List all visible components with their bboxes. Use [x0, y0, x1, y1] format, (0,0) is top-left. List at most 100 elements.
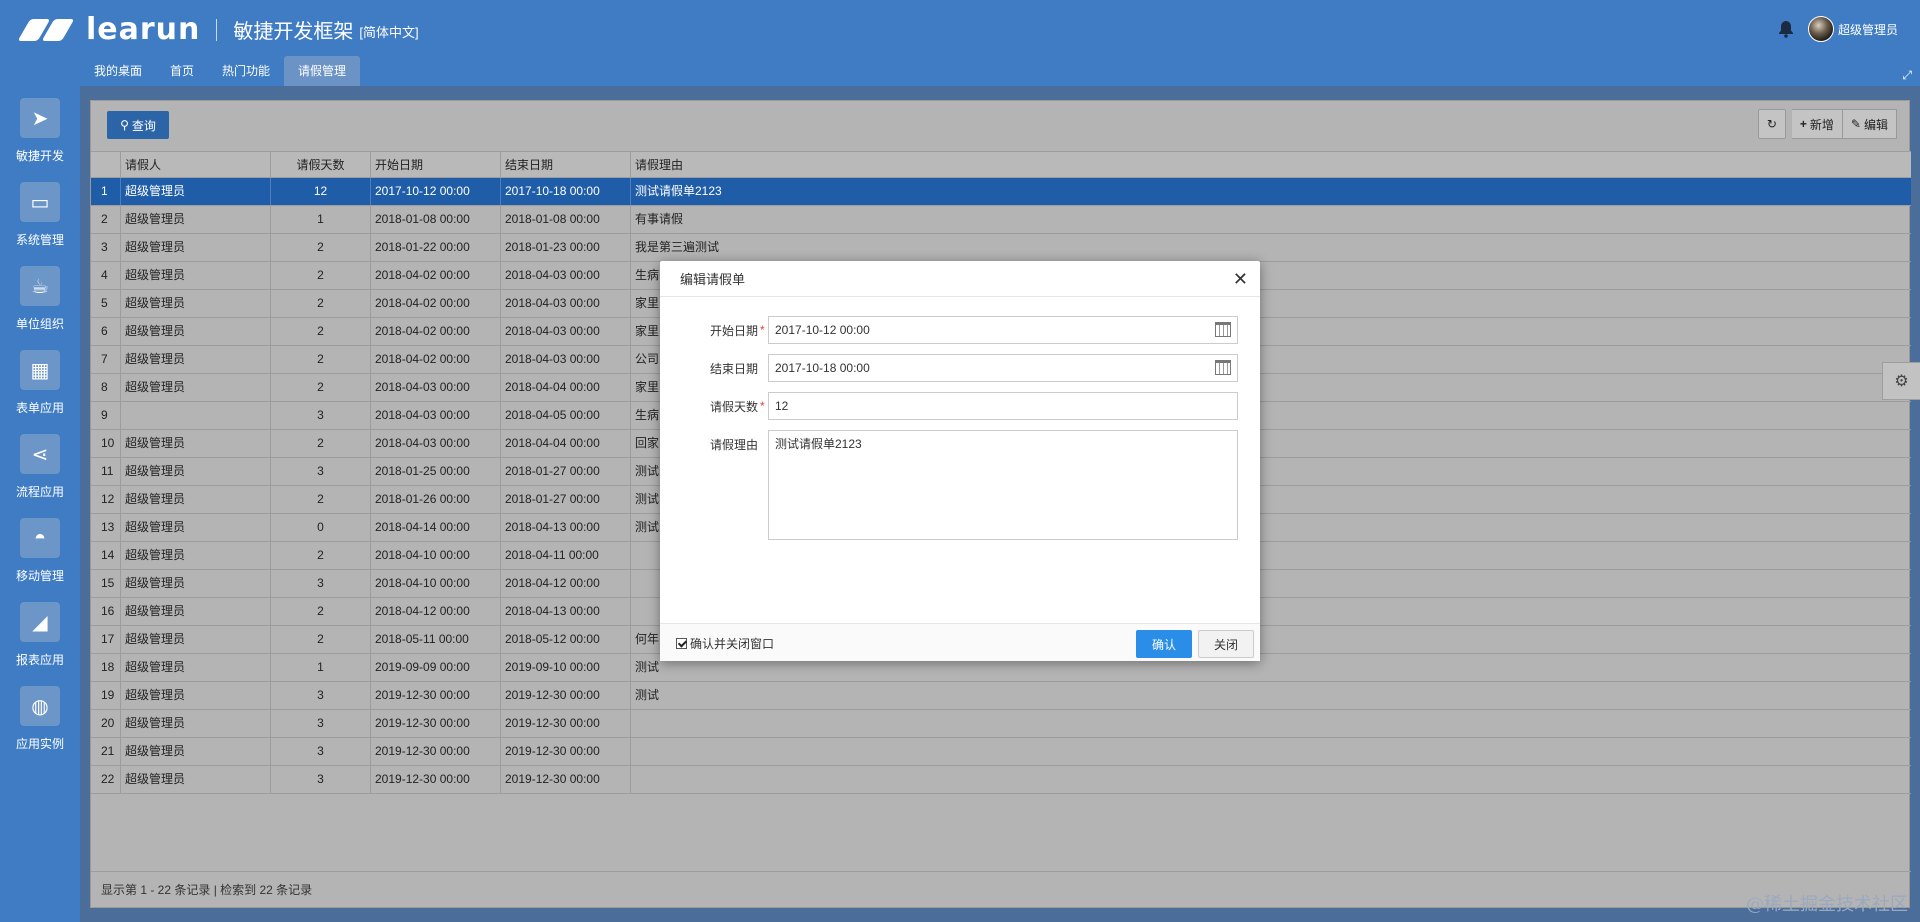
start-date-cell: 2018-04-12 00:00 [371, 598, 501, 625]
confirm-close-checkbox[interactable]: 确认并关闭窗口 [676, 635, 774, 652]
tab-leave-management[interactable]: 请假管理 [284, 56, 361, 86]
end-date-cell: 2018-04-04 00:00 [501, 430, 631, 457]
android-icon: ◓ [20, 518, 60, 558]
start-date-cell: 2018-04-10 00:00 [371, 570, 501, 597]
start-date-cell: 2018-04-02 00:00 [371, 262, 501, 289]
column-header-days[interactable]: 请假天数 [271, 152, 371, 177]
username[interactable]: 超级管理员 [1838, 21, 1898, 38]
days-cell: 2 [271, 318, 371, 345]
tab-my-desktop[interactable]: 我的桌面 [80, 56, 156, 86]
end-date-input[interactable]: 2017-10-18 00:00 [768, 354, 1238, 382]
days-cell: 2 [271, 598, 371, 625]
sidebar-item-forms[interactable]: ▦ 表单应用 [0, 338, 80, 422]
calendar-icon[interactable] [1215, 360, 1231, 375]
sidebar-item-organization[interactable]: ☕ 单位组织 [0, 254, 80, 338]
sidebar-item-label: 报表应用 [15, 653, 64, 667]
table-row[interactable]: 1 超级管理员 12 2017-10-12 00:00 2017-10-18 00:00… [91, 178, 1911, 206]
row-index: 4 [91, 262, 121, 289]
start-date-cell: 2019-09-09 00:00 [371, 654, 501, 681]
table-icon: ▦ [20, 350, 60, 390]
reason-cell: 我是第三遍测试 [635, 240, 720, 254]
sidebar-item-examples[interactable]: ◍ 应用实例 [0, 674, 80, 758]
days-cell: 2 [271, 374, 371, 401]
table-row[interactable]: 21 超级管理员 3 2019-12-30 00:00 2019-12-30 00:00 [91, 738, 1911, 766]
search-button-label: 查询 [131, 118, 156, 133]
start-date-cell: 2018-04-03 00:00 [371, 402, 501, 429]
reason-cell: 有事请假 [635, 212, 684, 226]
language-switch[interactable]: [简体中文] [359, 22, 418, 41]
applicant-cell: 超级管理员 [121, 262, 271, 289]
column-header-applicant[interactable]: 请假人 [121, 152, 271, 177]
tab-home[interactable]: 首页 [156, 56, 208, 86]
search-button[interactable]: ⚲ 查询 [107, 111, 169, 139]
table-row[interactable]: 3 超级管理员 2 2018-01-22 00:00 2018-01-23 00:00 我… [91, 234, 1911, 262]
bell-icon[interactable] [1778, 20, 1794, 38]
start-date-input[interactable]: 2017-10-12 00:00 [768, 316, 1238, 344]
logo: learun 敏捷开发框架 [简体中文] [17, 12, 419, 47]
applicant-cell: 超级管理员 [121, 486, 271, 513]
refresh-button[interactable]: ↻ [1757, 109, 1786, 139]
brand-name: learun [86, 12, 201, 47]
reason-textarea[interactable]: 测试请假单2123 [768, 430, 1238, 540]
sidebar-item-mobile[interactable]: ◓ 移动管理 [0, 506, 80, 590]
start-date-cell: 2018-04-03 00:00 [371, 374, 501, 401]
checkbox-checked[interactable] [676, 638, 687, 649]
close-button[interactable]: 关闭 [1198, 630, 1254, 658]
edit-button[interactable]: ✎ 编辑 [1842, 109, 1897, 139]
end-date-cell: 2018-04-04 00:00 [501, 374, 631, 401]
sidebar-item-label: 表单应用 [15, 401, 64, 415]
table-row[interactable]: 19 超级管理员 3 2019-12-30 00:00 2019-12-30 00:00… [91, 682, 1911, 710]
sidebar-item-label: 系统管理 [15, 233, 64, 247]
expand-icon[interactable]: ⤢ [1902, 68, 1912, 83]
edit-icon: ✎ [1850, 117, 1861, 131]
sidebar-item-workflow[interactable]: ⋖ 流程应用 [0, 422, 80, 506]
days-cell: 12 [271, 178, 371, 205]
table-row[interactable]: 20 超级管理员 3 2019-12-30 00:00 2019-12-30 00:00 [91, 710, 1911, 738]
end-date-cell: 2018-04-11 00:00 [501, 542, 631, 569]
end-date-cell: 2019-12-30 00:00 [501, 766, 631, 793]
end-date-row: 结束日期 2017-10-18 00:00 [660, 354, 1238, 382]
row-index: 9 [91, 402, 121, 429]
column-header-start[interactable]: 开始日期 [371, 152, 501, 177]
gear-icon[interactable]: ⚙ [1882, 362, 1920, 400]
end-date-cell: 2017-10-18 00:00 [501, 178, 631, 205]
column-header-reason[interactable]: 请假理由 [631, 152, 1911, 177]
row-index: 2 [91, 206, 121, 233]
reason-cell [631, 710, 1911, 737]
user-area: 超级管理员 [1778, 16, 1898, 42]
end-date-cell: 2019-09-10 00:00 [501, 654, 631, 681]
end-date-cell: 2018-04-12 00:00 [501, 570, 631, 597]
table-row[interactable]: 22 超级管理员 3 2019-12-30 00:00 2019-12-30 00:00 [91, 766, 1911, 794]
sidebar-item-reports[interactable]: ◢ 报表应用 [0, 590, 80, 674]
edit-button-label: 编辑 [1863, 117, 1888, 132]
end-date-value: 2017-10-18 00:00 [775, 361, 870, 375]
reason-cell: 测试 [635, 688, 660, 702]
reason-row: 请假理由 测试请假单2123 [660, 430, 1238, 540]
start-date-cell: 2018-04-03 00:00 [371, 430, 501, 457]
column-header-index [91, 152, 121, 177]
confirm-button[interactable]: 确认 [1136, 630, 1192, 658]
column-header-end[interactable]: 结束日期 [501, 152, 631, 177]
days-cell: 2 [271, 262, 371, 289]
calendar-icon[interactable] [1215, 322, 1231, 337]
start-date-cell: 2019-12-30 00:00 [371, 766, 501, 793]
grid-footer: 显示第 1 - 22 条记录 | 检索到 22 条记录 [91, 871, 1911, 907]
days-cell: 2 [271, 430, 371, 457]
row-index: 22 [91, 766, 121, 793]
days-cell: 3 [271, 458, 371, 485]
tab-hot-features[interactable]: 热门功能 [208, 56, 284, 86]
sidebar-item-system[interactable]: ▭ 系统管理 [0, 170, 80, 254]
avatar[interactable] [1807, 16, 1834, 42]
add-button[interactable]: + 新增 [1791, 109, 1843, 139]
end-date-cell: 2018-05-12 00:00 [501, 626, 631, 653]
close-icon[interactable]: ✕ [1233, 269, 1248, 290]
days-cell: 0 [271, 514, 371, 541]
logo-divider [216, 18, 218, 41]
add-button-label: 新增 [1809, 117, 1834, 132]
start-date-cell: 2019-12-30 00:00 [371, 682, 501, 709]
sidebar-item-agile-dev[interactable]: ➤ 敏捷开发 [0, 86, 80, 170]
table-row[interactable]: 2 超级管理员 1 2018-01-08 00:00 2018-01-08 00:00 有… [91, 206, 1911, 234]
days-cell: 2 [271, 290, 371, 317]
end-date-label: 结束日期 [709, 361, 758, 376]
days-input[interactable]: 12 [768, 392, 1238, 420]
